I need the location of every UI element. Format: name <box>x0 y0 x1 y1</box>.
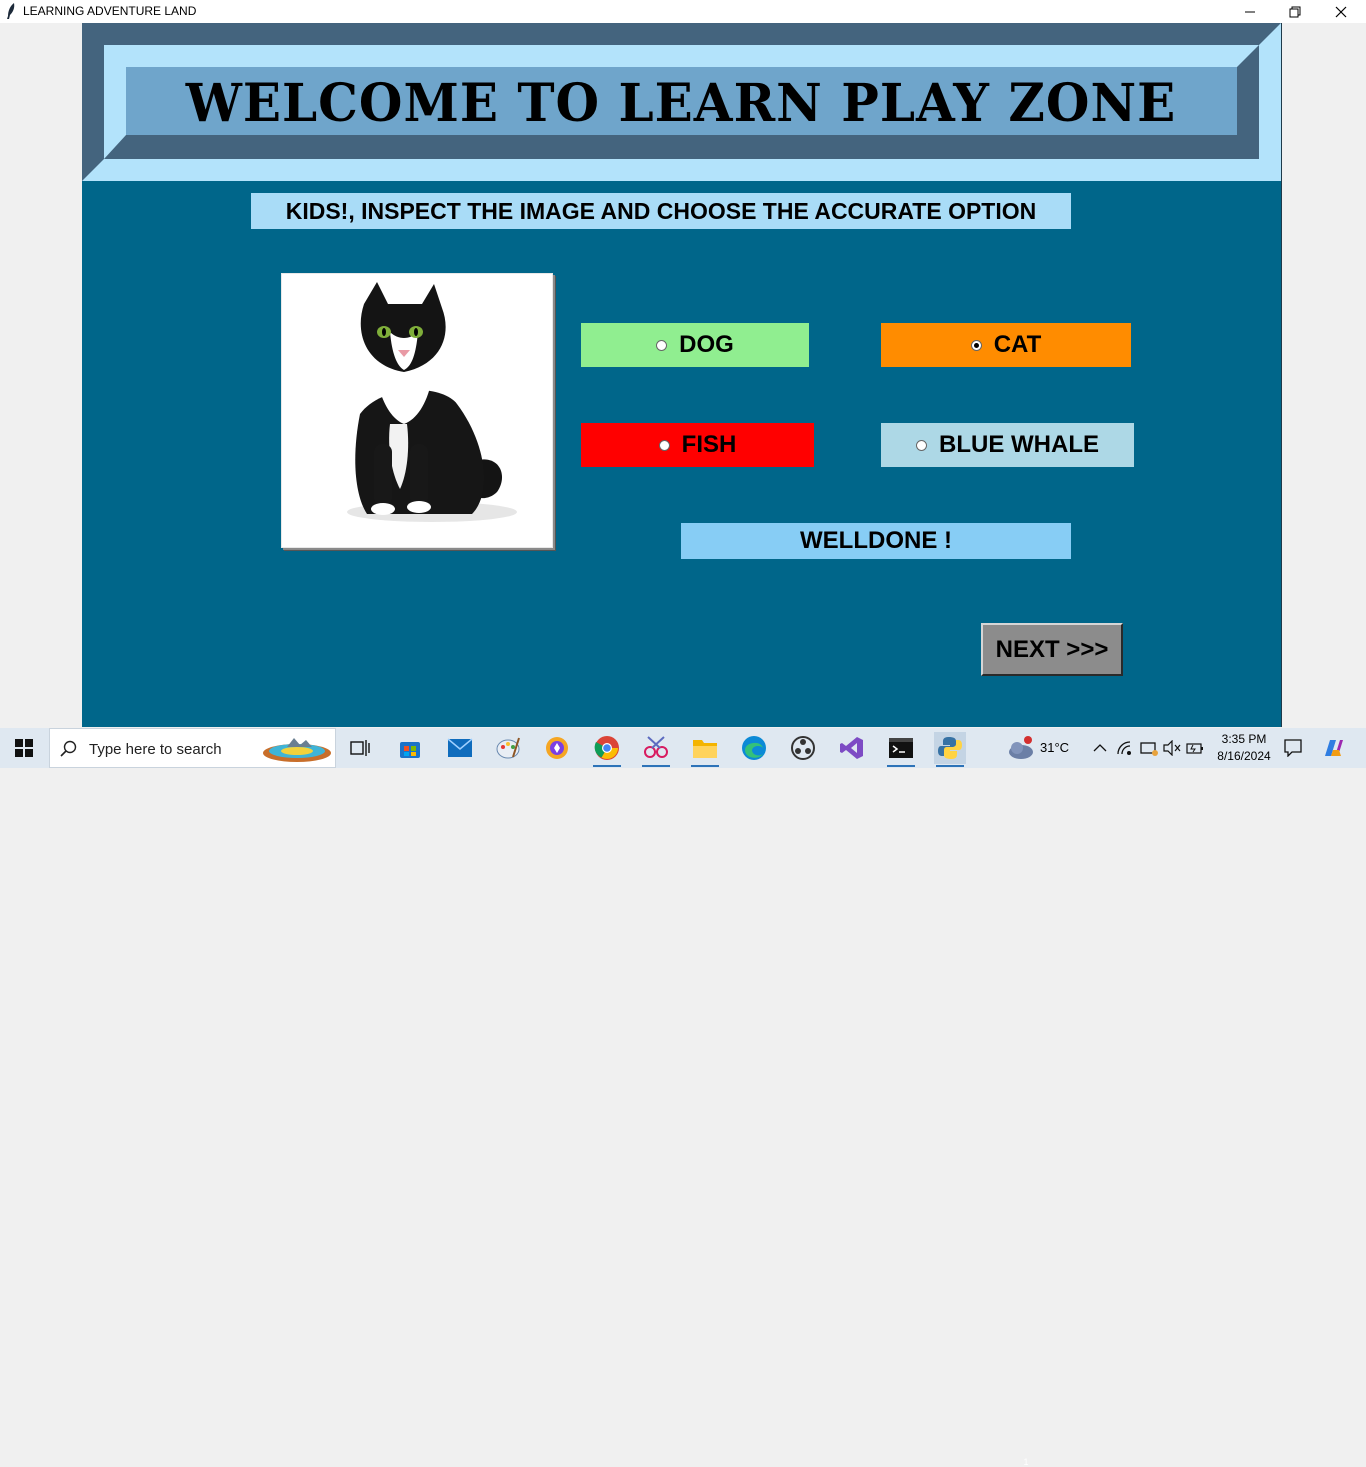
chevron-up-icon <box>1093 744 1107 752</box>
obs-button[interactable] <box>787 732 819 764</box>
option-cat[interactable]: CAT <box>881 323 1131 367</box>
search-icon <box>60 740 77 757</box>
window-title-bar[interactable]: LEARNING ADVENTURE LAND <box>0 0 1366 23</box>
clock-time: 3:35 PM <box>1221 732 1267 746</box>
show-hidden-icons-button[interactable] <box>1085 732 1115 764</box>
obs-icon <box>791 736 815 760</box>
instruction-label: KIDS!, INSPECT THE IMAGE AND CHOOSE THE … <box>251 193 1071 229</box>
cloud-weather-icon <box>1009 736 1033 759</box>
snipping-tool-button[interactable] <box>640 732 672 767</box>
quiz-image <box>281 273 553 548</box>
python-app-button[interactable] <box>934 732 966 767</box>
close-button[interactable] <box>1318 0 1364 23</box>
radio-cat[interactable] <box>970 339 982 351</box>
taskbar-search-box[interactable]: Type here to search <box>49 728 336 768</box>
option-dog[interactable]: DOG <box>581 323 809 367</box>
brave-browser-button[interactable] <box>541 732 573 764</box>
restore-button[interactable] <box>1272 0 1318 23</box>
chrome-button[interactable] <box>591 732 623 767</box>
radio-blue-whale[interactable] <box>916 439 927 451</box>
system-clock[interactable]: 3:35 PM 8/16/2024 <box>1204 731 1284 765</box>
notification-icon <box>1284 739 1302 757</box>
folder-icon <box>693 740 717 758</box>
task-view-icon <box>350 740 370 756</box>
battery-icon <box>1186 743 1203 754</box>
store-icon <box>400 742 420 758</box>
option-fish-label: FISH <box>681 431 737 458</box>
banner-title: WELCOME TO LEARN PLAY ZONE <box>185 71 1177 133</box>
wifi-icon <box>1117 741 1131 755</box>
taskbar: Type here to search 1 31°C 3:35 PM 8/16/… <box>0 728 1366 1467</box>
device-status-icon <box>1140 742 1158 756</box>
option-cat-label: CAT <box>993 331 1042 358</box>
radio-fish[interactable] <box>658 439 670 451</box>
restore-icon <box>1289 6 1301 17</box>
brave-lion-icon <box>546 737 568 759</box>
cat-image <box>347 282 517 522</box>
edge-icon <box>742 736 766 760</box>
chrome-running-indicator <box>593 765 621 767</box>
edge-button[interactable] <box>738 732 770 764</box>
task-view-button[interactable] <box>344 732 376 764</box>
welcome-banner: WELCOME TO LEARN PLAY ZONE <box>82 23 1281 181</box>
search-placeholder: Type here to search <box>89 741 222 758</box>
app-canvas: WELCOME TO LEARN PLAY ZONE KIDS!, INSPEC… <box>82 23 1281 727</box>
visual-studio-icon <box>840 737 863 759</box>
notifications-button[interactable] <box>1278 732 1308 764</box>
minimize-button[interactable] <box>1227 0 1273 23</box>
network-button[interactable] <box>1112 732 1138 764</box>
python-running-indicator <box>936 765 964 767</box>
canvas-edge <box>1281 23 1282 727</box>
terminal-running-indicator <box>887 765 915 767</box>
file-explorer-button[interactable] <box>689 732 721 767</box>
snipping-tool-icon <box>644 736 668 758</box>
feedback-label: WELLDONE ! <box>681 523 1071 559</box>
copilot-icon <box>1325 740 1343 756</box>
microsoft-store-button[interactable] <box>394 732 426 764</box>
snipping-running-indicator <box>642 765 670 767</box>
chrome-icon <box>594 736 619 760</box>
feather-app-icon <box>7 3 15 19</box>
python-icon <box>938 737 962 759</box>
weather-button[interactable] <box>1005 732 1037 764</box>
window-title: LEARNING ADVENTURE LAND <box>23 4 197 18</box>
close-icon <box>1335 6 1347 17</box>
option-fish[interactable]: FISH <box>581 423 814 467</box>
visual-studio-button[interactable] <box>836 732 868 764</box>
terminal-button[interactable] <box>885 732 917 767</box>
search-highlight-icon <box>263 738 331 762</box>
speaker-muted-icon <box>1163 740 1181 756</box>
mail-icon <box>447 738 473 757</box>
option-blue-whale-label: BLUE WHALE <box>939 431 1099 458</box>
weather-badge: 1 <box>1023 1457 1029 1467</box>
copilot-button[interactable] <box>1316 732 1350 764</box>
weather-temperature: 31°C <box>1040 740 1070 755</box>
option-dog-label: DOG <box>679 331 734 358</box>
start-button[interactable] <box>0 728 48 768</box>
terminal-icon <box>889 738 913 758</box>
option-blue-whale[interactable]: BLUE WHALE <box>881 423 1134 467</box>
explorer-running-indicator <box>691 765 719 767</box>
windows-logo-icon <box>15 739 33 757</box>
clock-date: 8/16/2024 <box>1217 749 1271 763</box>
paint-button[interactable] <box>492 732 524 764</box>
radio-dog[interactable] <box>656 339 668 351</box>
mail-button[interactable] <box>444 732 476 764</box>
next-button[interactable]: NEXT >>> <box>981 623 1123 676</box>
minimize-icon <box>1245 11 1255 12</box>
paint-palette-icon <box>496 737 520 759</box>
